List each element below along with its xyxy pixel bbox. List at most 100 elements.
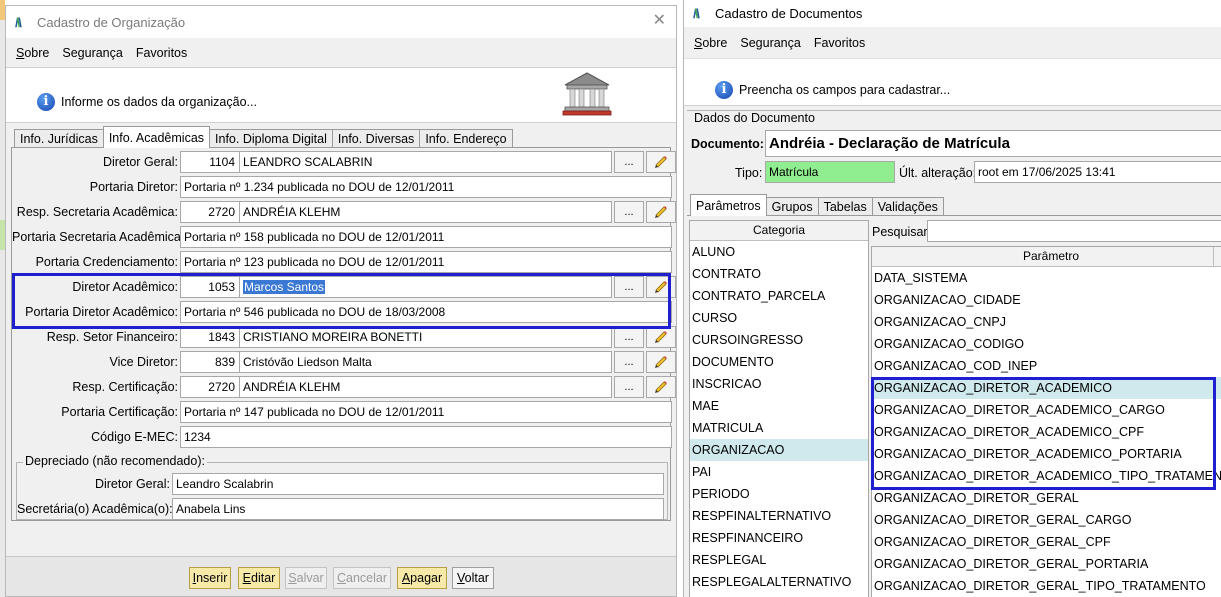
menu-seguranca[interactable]: Segurança xyxy=(62,46,122,60)
list-item[interactable]: ORGANIZACAO_DIRETOR_GERAL_CARGO xyxy=(872,509,1221,531)
text-field[interactable]: 1234 xyxy=(180,425,672,448)
list-item[interactable]: PERIODO xyxy=(690,483,868,505)
edit-button[interactable] xyxy=(646,325,676,348)
edit-button[interactable] xyxy=(646,275,676,298)
list-item[interactable]: ORGANIZACAO_DIRETOR_ACADEMICO_TIPO_TRATA… xyxy=(872,465,1221,487)
list-item[interactable]: CURSOINGRESSO xyxy=(690,329,868,351)
text-field[interactable]: Anabela Lins xyxy=(172,497,664,520)
list-item[interactable]: ORGANIZACAO_DIRETOR_ACADEMICO_CARGO xyxy=(872,399,1221,421)
field-label: Código E-MEC: xyxy=(91,429,178,444)
text-field[interactable]: Portaria nº 158 publicada no DOU de 12/0… xyxy=(180,225,672,248)
lookup-button[interactable]: ... xyxy=(614,375,644,398)
list-item[interactable]: CONTRATO_PARCELA xyxy=(690,285,868,307)
menu-favoritos[interactable]: Favoritos xyxy=(814,36,865,50)
pesquisar-label: Pesquisar: xyxy=(872,225,932,239)
field-label: Portaria Diretor: xyxy=(89,179,178,194)
title-bar[interactable]: /\\ Cadastro de Organização ✕ xyxy=(6,6,676,38)
code-field[interactable]: 2720 xyxy=(180,375,240,398)
text-field[interactable]: Portaria nº 546 publicada no DOU de 18/0… xyxy=(180,300,672,323)
code-field[interactable]: 2720 xyxy=(180,200,240,223)
list-item[interactable]: MATRICULA xyxy=(690,417,868,439)
edit-button[interactable] xyxy=(646,375,676,398)
list-item[interactable]: RESPLEGAL xyxy=(690,549,868,571)
lookup-button[interactable]: ... xyxy=(614,350,644,373)
tab-info-academicas[interactable]: Info. Acadêmicas xyxy=(102,126,211,148)
list-item[interactable]: ORGANIZACAO_DIRETOR_ACADEMICO xyxy=(872,377,1221,399)
tab-info-endereco[interactable]: Info. Endereço xyxy=(419,129,513,148)
list-item[interactable]: DATA_SISTEMA xyxy=(872,267,1221,289)
list-item[interactable]: ORGANIZACAO_CIDADE xyxy=(872,289,1221,311)
banner-message: Preencha os campos para cadastrar... xyxy=(739,83,951,97)
menu-sobre[interactable]: Sobre xyxy=(694,36,727,50)
tab-panel-academic: Diretor Geral: 1104 LEANDRO SCALABRIN... Po… xyxy=(11,147,676,521)
title-bar[interactable]: /\\ Cadastro de Documentos xyxy=(684,0,1221,27)
list-item[interactable]: MAE xyxy=(690,395,868,417)
tab-tabelas[interactable]: Tabelas xyxy=(817,197,873,216)
apagar-button[interactable]: Apagar xyxy=(397,567,447,589)
tab-info-diploma-digital[interactable]: Info. Diploma Digital xyxy=(209,129,333,148)
list-item[interactable]: RESPFINANCEIRO xyxy=(690,527,868,549)
code-field[interactable]: 1104 xyxy=(180,150,240,173)
name-field[interactable]: ANDRÉIA KLEHM xyxy=(240,200,612,223)
lookup-button[interactable]: ... xyxy=(614,275,644,298)
list-item[interactable]: PAI xyxy=(690,461,868,483)
tab-validacoes[interactable]: Validações xyxy=(871,197,944,216)
name-field[interactable]: CRISTIANO MOREIRA BONETTI xyxy=(240,325,612,348)
list-item[interactable]: DOCUMENTO xyxy=(690,351,868,373)
editar-button[interactable]: Editar xyxy=(238,567,280,589)
info-icon: i xyxy=(37,93,55,111)
text-field[interactable]: Leandro Scalabrin xyxy=(172,472,664,495)
code-field[interactable]: 839 xyxy=(180,350,240,373)
list-item[interactable]: ORGANIZACAO_DIRETOR_GERAL_CPF xyxy=(872,531,1221,553)
close-icon[interactable]: ✕ xyxy=(653,13,666,29)
list-item[interactable]: ORGANIZACAO_DIRETOR_ACADEMICO_CPF xyxy=(872,421,1221,443)
parameter-list[interactable]: Parâmetro F DATA_SISTEMAORGANIZACAO_CIDA… xyxy=(871,246,1221,597)
list-item[interactable]: ORGANIZACAO xyxy=(690,439,868,461)
menu-sobre[interactable]: Sobre xyxy=(16,46,49,60)
documento-field[interactable]: Andréia - Declaração de Matrícula xyxy=(765,130,1221,157)
tab-info-juridicas[interactable]: Info. Jurídicas xyxy=(14,129,104,148)
name-field[interactable]: Marcos Santos xyxy=(240,275,612,298)
edit-button[interactable] xyxy=(646,350,676,373)
list-item[interactable]: ORGANIZACAO_DIRETOR_GERAL xyxy=(872,487,1221,509)
menu-bar: Sobre Segurança Favoritos xyxy=(6,39,676,67)
list-item[interactable]: ALUNO xyxy=(690,241,868,263)
form-row-resp-setor-financeiro: Resp. Setor Financeiro: 1843 CRISTIANO MOR… xyxy=(12,325,676,348)
search-input[interactable] xyxy=(927,220,1221,242)
list-item[interactable]: ORGANIZACAO_DIRETOR_GERAL_PORTARIA xyxy=(872,553,1221,575)
lookup-button[interactable]: ... xyxy=(614,200,644,223)
tab-info-diversas[interactable]: Info. Diversas xyxy=(331,129,421,148)
name-field[interactable]: LEANDRO SCALABRIN xyxy=(240,150,612,173)
list-item[interactable]: ORGANIZACAO_CNPJ xyxy=(872,311,1221,333)
tipo-field[interactable]: Matrícula xyxy=(765,161,895,183)
list-item[interactable]: RESPFINALTERNATIVO xyxy=(690,505,868,527)
lookup-button[interactable]: ... xyxy=(614,325,644,348)
menu-seguranca[interactable]: Segurança xyxy=(740,36,800,50)
menu-favoritos[interactable]: Favoritos xyxy=(136,46,187,60)
text-field[interactable]: Portaria nº 1.234 publicada no DOU de 12… xyxy=(180,175,672,198)
voltar-button[interactable]: Voltar xyxy=(452,567,494,589)
edit-button[interactable] xyxy=(646,200,676,223)
document-data-section: Dados do Documento Documento: Andréia - … xyxy=(687,110,1221,196)
list-item[interactable]: ORGANIZACAO_DIRETOR_ACADEMICO_PORTARIA xyxy=(872,443,1221,465)
category-list[interactable]: Categoria ALUNO CONTRATO CONTRATO_PARCELA C… xyxy=(689,220,869,597)
edit-button[interactable] xyxy=(646,150,676,173)
info-banner: i Preencha os campos para cadastrar... xyxy=(684,58,1221,106)
list-item[interactable]: ORGANIZACAO_DIRETOR_GERAL_TIPO_TRATAMENT… xyxy=(872,575,1221,597)
text-field[interactable]: Portaria nº 123 publicada no DOU de 12/0… xyxy=(180,250,672,273)
name-field[interactable]: Cristóvão Liedson Malta xyxy=(240,350,612,373)
inserir-button[interactable]: Inserir xyxy=(189,567,231,589)
tab-grupos[interactable]: Grupos xyxy=(765,197,819,216)
list-item[interactable]: CONTRATO xyxy=(690,263,868,285)
text-field[interactable]: Portaria nº 147 publicada no DOU de 12/0… xyxy=(180,400,672,423)
list-item[interactable]: RESPLEGALALTERNATIVO xyxy=(690,571,868,593)
code-field[interactable]: 1843 xyxy=(180,325,240,348)
list-item[interactable]: CURSO xyxy=(690,307,868,329)
code-field[interactable]: 1053 xyxy=(180,275,240,298)
list-item[interactable]: ORGANIZACAO_COD_INEP xyxy=(872,355,1221,377)
name-field[interactable]: ANDRÉIA KLEHM xyxy=(240,375,612,398)
lookup-button[interactable]: ... xyxy=(614,150,644,173)
tab-parametros[interactable]: Parâmetros xyxy=(690,194,767,216)
list-item[interactable]: INSCRICAO xyxy=(690,373,868,395)
list-item[interactable]: ORGANIZACAO_CODIGO xyxy=(872,333,1221,355)
